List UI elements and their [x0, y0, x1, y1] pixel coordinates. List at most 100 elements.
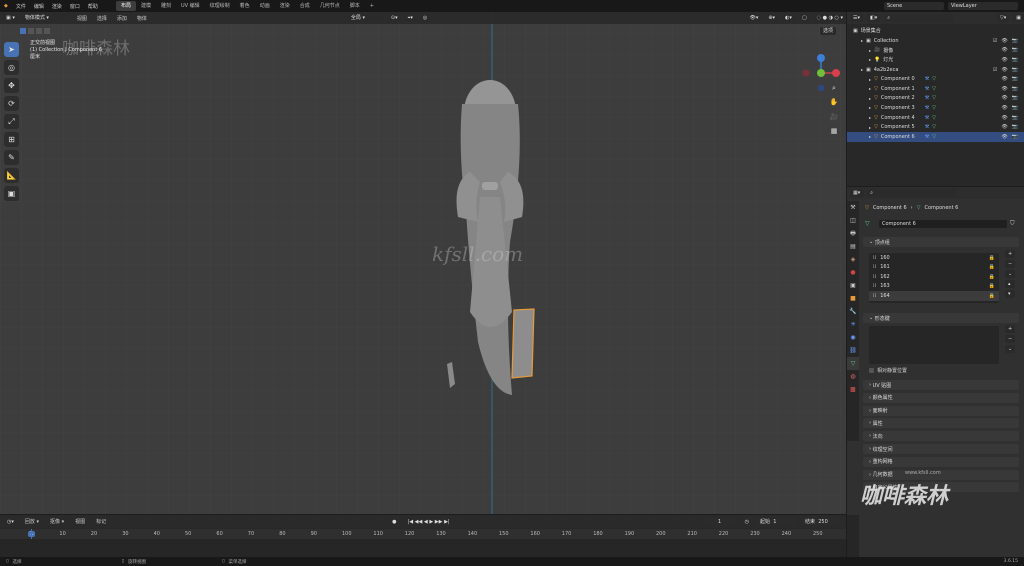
menu-add[interactable]: 添加: [114, 15, 130, 22]
outliner-row[interactable]: ▸ ▽ Component 5 ⚒ ▽ 👁 📷: [847, 122, 1024, 132]
expand-chevron-icon[interactable]: ▸: [869, 86, 871, 91]
pivot-icon[interactable]: ⊙▾: [387, 14, 401, 22]
expand-chevron-icon[interactable]: ▸: [869, 125, 871, 130]
particles-tab-icon[interactable]: ✳: [847, 318, 859, 331]
end-frame-field[interactable]: 结束 250: [802, 517, 842, 526]
mode-selector[interactable]: 物体模式 ▾: [21, 14, 70, 22]
data-tab-icon[interactable]: ▽: [847, 357, 859, 370]
camera-render-icon[interactable]: 📷: [1012, 86, 1018, 92]
menu-keying[interactable]: 抠像 ▾: [47, 518, 67, 525]
tab-compositing[interactable]: 合成: [295, 1, 315, 11]
outliner-row[interactable]: ▸ ▣ 4a2b2eca ☑ 👁 📷: [847, 65, 1024, 75]
add-shape-key-icon[interactable]: +: [1005, 325, 1016, 333]
outliner-row[interactable]: ▸ ▽ Component 2 ⚒ ▽ 👁 📷: [847, 94, 1024, 104]
world-tab-icon[interactable]: ●: [847, 266, 859, 279]
collapsed-panel-header[interactable]: › 颜色属性: [863, 392, 1019, 403]
add-workspace-icon[interactable]: +: [365, 1, 379, 11]
move-tool-icon[interactable]: ✥: [4, 78, 19, 93]
outliner-row[interactable]: ▸ ▽ Component 6 ⚒ ▽ 👁 📷: [847, 132, 1024, 142]
collapsed-panel-header[interactable]: › UV 贴图: [863, 380, 1019, 390]
shape-keys-panel-header[interactable]: ⌄ 形态键: [863, 313, 1019, 323]
scene-tab-icon[interactable]: ◈: [847, 253, 859, 266]
outliner-row[interactable]: ▸ ▽ Component 0 ⚒ ▽ 👁 📷: [847, 74, 1024, 84]
fake-user-icon[interactable]: ⛉: [1010, 220, 1015, 228]
tab-geometry-nodes[interactable]: 几何节点: [315, 1, 345, 11]
tab-texture-paint[interactable]: 纹理绘制: [205, 1, 235, 11]
eye-icon[interactable]: 👁: [1001, 86, 1007, 92]
shape-keys-list[interactable]: [869, 326, 999, 364]
overlay-icon[interactable]: ◐▾: [782, 14, 795, 22]
output-tab-icon[interactable]: 🖶: [847, 227, 859, 240]
constraints-tab-icon[interactable]: ⛓: [847, 344, 859, 357]
checkbox-icon[interactable]: ☑: [993, 38, 997, 44]
tab-modeling[interactable]: 建模: [136, 1, 156, 11]
move-down-icon[interactable]: ▾: [1005, 290, 1016, 298]
scale-tool-icon[interactable]: ⤢: [4, 114, 19, 129]
start-frame-field[interactable]: 起始 1: [757, 517, 797, 526]
menu-render[interactable]: 渲染: [48, 3, 66, 10]
texture-tab-icon[interactable]: ▩: [847, 383, 859, 396]
eye-icon[interactable]: 👁: [1001, 134, 1007, 140]
collection-tab-icon[interactable]: ▣: [847, 279, 859, 292]
relative-checkbox[interactable]: [869, 368, 874, 373]
current-frame-field[interactable]: 1: [702, 517, 737, 526]
physics-tab-icon[interactable]: ◉: [847, 331, 859, 344]
transform-tool-icon[interactable]: ⊞: [4, 132, 19, 147]
collapsed-panel-header[interactable]: › 重构网格: [863, 456, 1019, 467]
vertex-group-row[interactable]: ⁞⁞ 164 🔒: [869, 291, 999, 301]
collapsed-panel-header[interactable]: › 法向: [863, 431, 1019, 442]
menu-timeline-view[interactable]: 视图: [72, 518, 88, 525]
camera-render-icon[interactable]: 📷: [1012, 105, 1018, 111]
lock-icon[interactable]: 🔒: [989, 283, 995, 289]
eye-icon[interactable]: 👁: [1001, 115, 1007, 121]
outliner-row[interactable]: ▸ ▣ Collection ☑ 👁 📷: [847, 36, 1024, 46]
tab-shading[interactable]: 着色: [235, 1, 255, 11]
camera-render-icon[interactable]: 📷: [1012, 57, 1018, 63]
zoom-icon[interactable]: ⌕: [828, 82, 840, 94]
expand-chevron-icon[interactable]: ▸: [869, 96, 871, 101]
shading-modes[interactable]: ◌ ● ◑ ○ ▾: [813, 14, 846, 22]
snap-icon[interactable]: ⌖▾: [404, 14, 416, 22]
menu-object[interactable]: 物体: [134, 15, 150, 22]
right-bottom-scrollbar[interactable]: [847, 515, 859, 557]
modifier-tab-icon[interactable]: 🔧: [847, 305, 859, 318]
eye-icon[interactable]: 👁: [1001, 67, 1007, 73]
menu-select[interactable]: 选择: [94, 15, 110, 22]
camera-render-icon[interactable]: 📷: [1012, 95, 1018, 101]
relative-checkbox-row[interactable]: 相对静置位置: [869, 367, 907, 374]
select-mode-icon[interactable]: [20, 28, 26, 34]
add-vertex-group-icon[interactable]: +: [1005, 250, 1016, 258]
gizmo-icon[interactable]: ⊕▾: [765, 14, 779, 22]
properties-editor-icon[interactable]: ▦▾: [850, 189, 864, 197]
lock-icon[interactable]: 🔒: [989, 293, 995, 299]
blender-logo-icon[interactable]: ◆: [0, 3, 12, 9]
select-mode-icon[interactable]: [36, 28, 42, 34]
remove-shape-key-icon[interactable]: −: [1005, 335, 1016, 343]
camera-render-icon[interactable]: 📷: [1012, 67, 1018, 73]
collapsed-panel-header[interactable]: › 面映射: [863, 405, 1019, 416]
outliner-row[interactable]: ▸ ▽ Component 4 ⚒ ▽ 👁 📷: [847, 113, 1024, 123]
eye-icon[interactable]: 👁: [1001, 95, 1007, 101]
expand-chevron-icon[interactable]: ▸: [861, 38, 863, 43]
playback-controls[interactable]: |◀ ◀◀ ◀ ▶ ▶▶ ▶|: [404, 517, 453, 526]
shape-key-menu-icon[interactable]: ⌄: [1005, 345, 1016, 353]
select-mode-icon[interactable]: [44, 28, 50, 34]
scene-selector[interactable]: Scene: [884, 2, 944, 10]
properties-search-input[interactable]: ⌕: [867, 189, 958, 197]
camera-render-icon[interactable]: 📷: [1012, 115, 1018, 121]
annotate-tool-icon[interactable]: ✎: [4, 150, 19, 165]
camera-render-icon[interactable]: 📷: [1012, 134, 1018, 140]
menu-file[interactable]: 文件: [12, 3, 30, 10]
menu-help[interactable]: 帮助: [84, 3, 102, 10]
lock-icon[interactable]: 🔒: [989, 255, 995, 261]
proportional-edit-icon[interactable]: ◎: [419, 14, 431, 22]
expand-chevron-icon[interactable]: ▸: [869, 48, 871, 53]
menu-view[interactable]: 视图: [74, 15, 90, 22]
expand-chevron-icon[interactable]: ▸: [869, 105, 871, 110]
tab-sculpting[interactable]: 雕刻: [156, 1, 176, 11]
tab-uv-editing[interactable]: UV 编辑: [176, 1, 205, 11]
checkbox-icon[interactable]: ☑: [993, 67, 997, 73]
object-tab-icon[interactable]: ■: [847, 292, 859, 305]
expand-chevron-icon[interactable]: ▸: [869, 115, 871, 120]
vertex-group-row[interactable]: ⁞⁞ 163 🔒: [869, 282, 999, 292]
